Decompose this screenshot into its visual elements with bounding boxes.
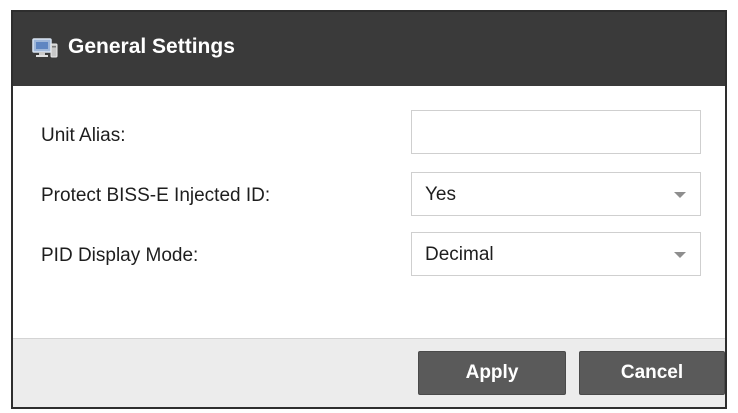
settings-form: Unit Alias: Protect BISS-E Injected ID: … <box>13 86 725 338</box>
unit-alias-field[interactable] <box>411 110 701 154</box>
dialog-footer: Apply Cancel <box>13 338 725 407</box>
general-settings-dialog: General Settings Unit Alias: Protect BIS… <box>11 10 727 409</box>
chevron-down-icon <box>674 192 686 198</box>
dialog-titlebar: General Settings <box>13 12 725 86</box>
cancel-button[interactable]: Cancel <box>579 351 725 395</box>
apply-button[interactable]: Apply <box>418 351 566 395</box>
pid-display-select[interactable]: Decimal <box>411 232 701 276</box>
computer-monitor-icon <box>32 37 58 59</box>
unit-alias-input[interactable] <box>412 111 700 153</box>
dialog-title: General Settings <box>68 35 235 58</box>
pid-display-selected-value: Decimal <box>425 244 494 265</box>
protect-biss-select[interactable]: Yes <box>411 172 701 216</box>
protect-biss-selected-value: Yes <box>425 184 456 205</box>
protect-biss-label: Protect BISS-E Injected ID: <box>41 185 271 206</box>
pid-display-label: PID Display Mode: <box>41 245 199 266</box>
unit-alias-label: Unit Alias: <box>41 125 126 146</box>
chevron-down-icon <box>674 252 686 258</box>
